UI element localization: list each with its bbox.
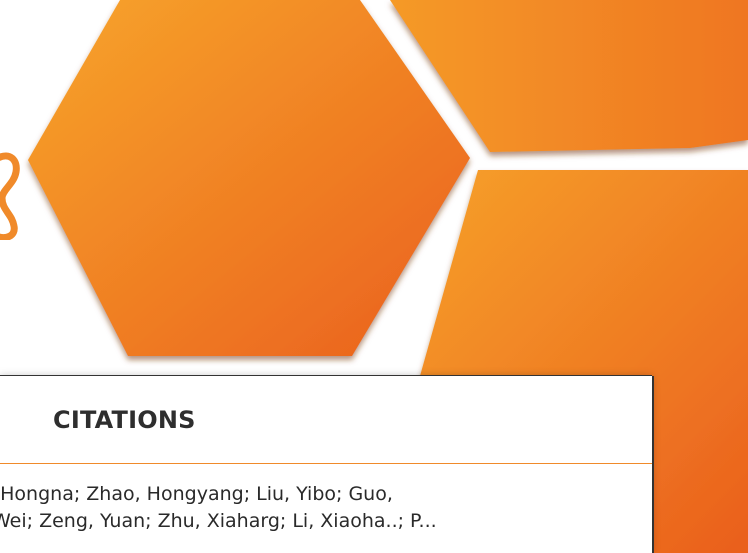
citations-panel: CITATIONS g, Hongna; Zhao, Hongyang; Liu… bbox=[0, 376, 652, 553]
citation-line: Wei; Zeng, Yuan; Zhu, Xiaharg; Li, Xiaoh… bbox=[0, 510, 437, 532]
citations-body: g, Hongna; Zhao, Hongyang; Liu, Yibo; Gu… bbox=[0, 464, 652, 535]
citations-header: CITATIONS bbox=[0, 376, 652, 464]
citation-line: g, Hongna; Zhao, Hongyang; Liu, Yibo; Gu… bbox=[0, 483, 393, 505]
partial-heading-glyph bbox=[0, 152, 20, 240]
citations-title: CITATIONS bbox=[53, 406, 196, 434]
hexagon-left bbox=[28, 0, 470, 356]
